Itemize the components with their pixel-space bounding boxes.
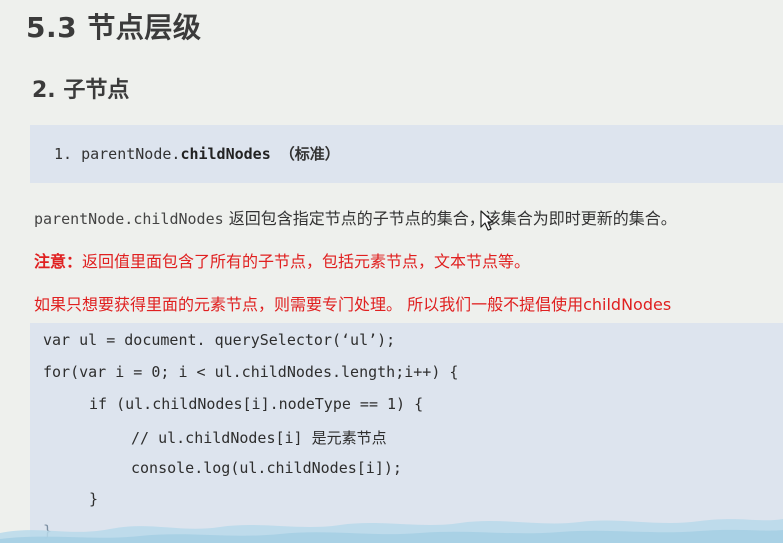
decorative-wave (0, 519, 783, 543)
api-list-number: 1. (54, 145, 73, 163)
code-line: for(var i = 0; i < ul.childNodes.length;… (43, 363, 459, 381)
notice-label: 注意： (34, 252, 83, 271)
section-title: 2. 子节点 (32, 78, 130, 103)
code-line: // ul.childNodes[i] 是元素节点 (131, 429, 387, 447)
api-property-name: childNodes (180, 145, 271, 163)
tip-paragraph: 如果只想要获得里面的元素节点，则需要专门处理。 所以我们一般不提倡使用child… (34, 295, 672, 314)
notice-paragraph: 注意：返回值里面包含了所有的子节点，包括元素节点，文本节点等。 (34, 248, 530, 272)
description-code: parentNode.childNodes (34, 210, 224, 228)
code-line: if (ul.childNodes[i].nodeType == 1) { (89, 395, 424, 413)
code-line: console.log(ul.childNodes[i]); (131, 459, 402, 477)
mouse-pointer-icon (480, 210, 494, 231)
page-title: 5.3 节点层级 (26, 11, 202, 44)
notice-text: 返回值里面包含了所有的子节点，包括元素节点，文本节点等。 (82, 252, 531, 271)
api-signature-box: 1. parentNode.childNodes （标准） (30, 125, 783, 183)
description-paragraph: parentNode.childNodes 返回包含指定节点的子节点的集合，该集… (34, 205, 677, 229)
api-object-name: parentNode. (81, 145, 181, 163)
api-standard-note: （标准） (279, 145, 340, 163)
code-line: var ul = document. querySelector(‘ul’); (43, 331, 396, 349)
description-text: 返回包含指定节点的子节点的集合，该集合为即时更新的集合。 (223, 209, 677, 228)
